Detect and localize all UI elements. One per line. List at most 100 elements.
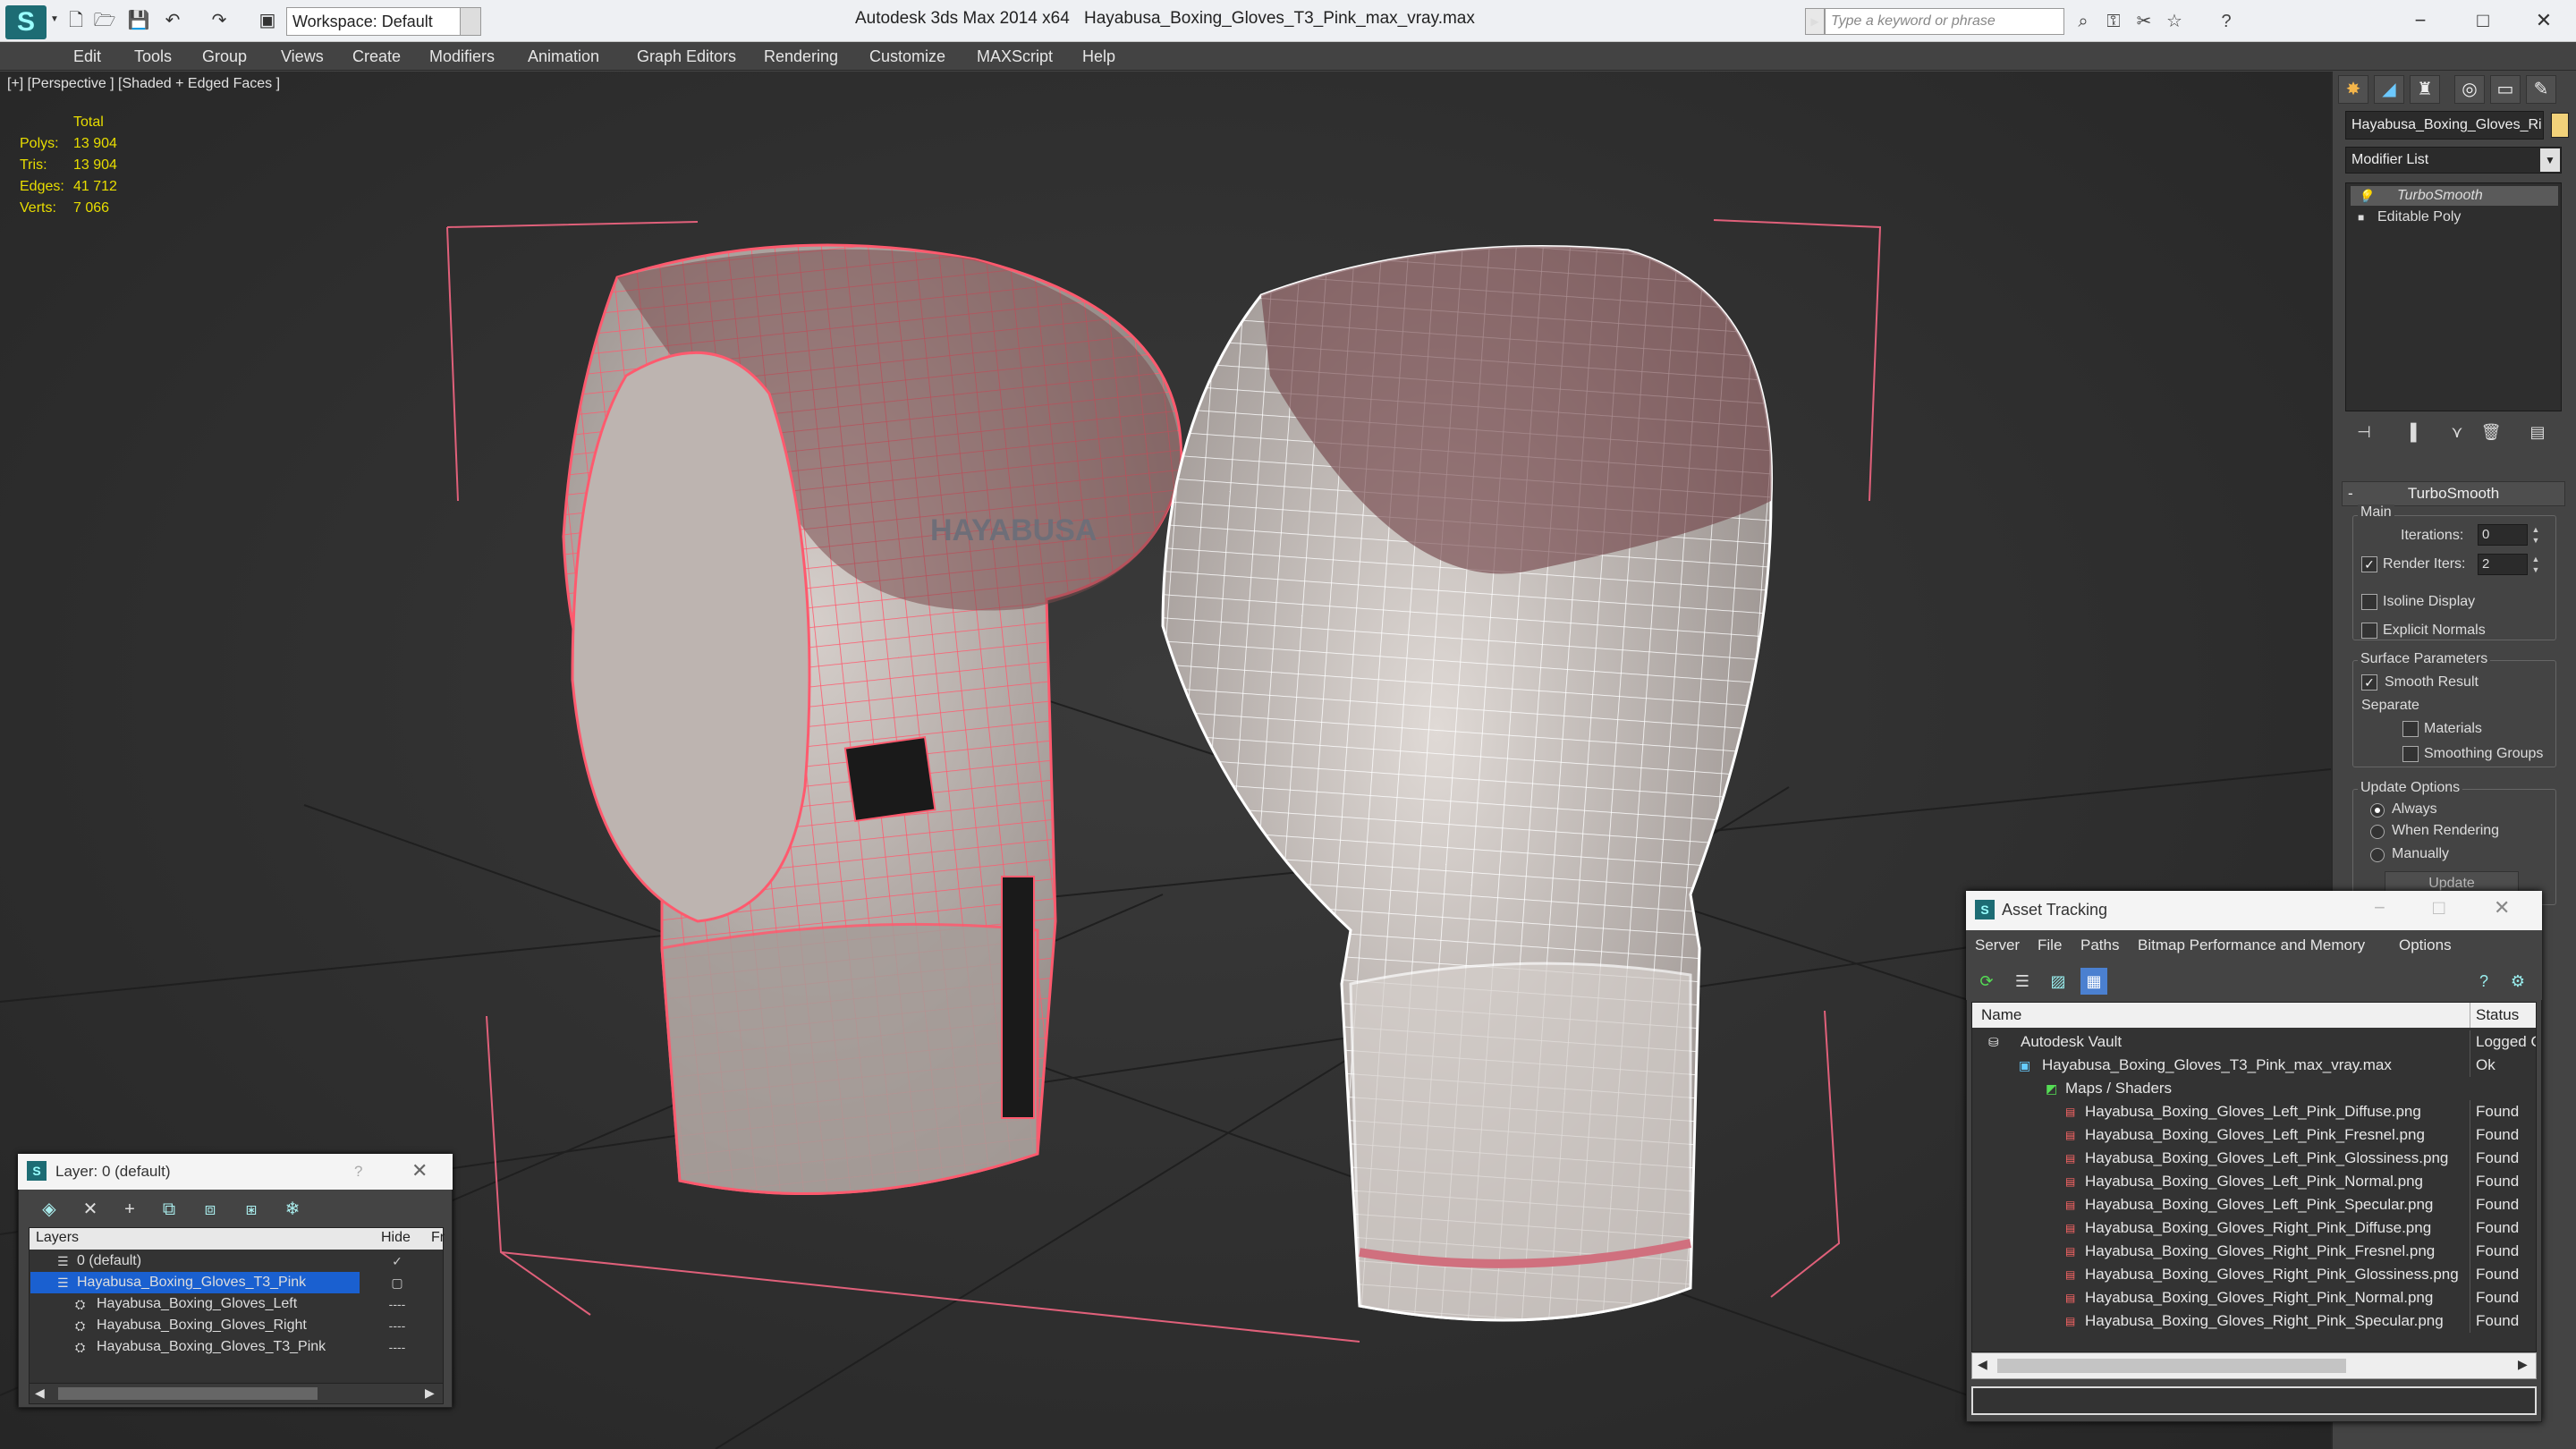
menu-create[interactable]: Create — [351, 42, 402, 71]
asset-tracking-titlebar[interactable]: S Asset Tracking − □ ✕ — [1966, 891, 2542, 930]
help-icon[interactable]: ? — [2470, 968, 2497, 995]
viewport-label[interactable]: [+] [Perspective ] [Shaded + Edged Faces… — [7, 76, 280, 92]
scroll-right-icon[interactable]: ▶ — [2518, 1357, 2528, 1372]
asset-row[interactable]: ▤ Hayabusa_Boxing_Gloves_Right_Pink_Spec… — [1972, 1309, 2536, 1333]
asset-row[interactable]: ▤ Hayabusa_Boxing_Gloves_Left_Pink_Diffu… — [1972, 1100, 2536, 1123]
layer-object-row[interactable]: ⛭ Hayabusa_Boxing_Gloves_Right — [30, 1315, 361, 1336]
app-menu-arrow-icon[interactable]: ▼ — [50, 14, 59, 24]
layer-row[interactable]: ☰ 0 (default) — [30, 1250, 361, 1272]
turbosmooth-rollout-header[interactable]: - TurboSmooth — [2342, 481, 2565, 506]
scroll-thumb[interactable] — [58, 1387, 318, 1400]
help-icon[interactable]: ? — [2213, 9, 2240, 34]
hierarchy-icon[interactable]: ♜ — [2410, 75, 2440, 104]
stack-item-turbosmooth[interactable]: 💡 TurboSmooth — [2351, 186, 2558, 206]
menu-maxscript[interactable]: MAXScript — [975, 42, 1055, 71]
layer-object-row[interactable]: ⛭ Hayabusa_Boxing_Gloves_Left — [30, 1293, 361, 1315]
delete-layer-icon[interactable]: ✕ — [75, 1195, 106, 1224]
hide-toggle[interactable]: ▢ — [376, 1272, 419, 1293]
smooth-result-checkbox[interactable]: ✓ — [2361, 674, 2377, 691]
maximize-icon[interactable]: □ — [2433, 896, 2445, 919]
iterations-spinner[interactable]: 0 — [2478, 524, 2528, 546]
menu-graph-editors[interactable]: Graph Editors — [635, 42, 738, 71]
make-unique-icon[interactable]: ⋎ — [2444, 420, 2470, 444]
object-name-field[interactable]: Hayabusa_Boxing_Gloves_Ri — [2345, 111, 2544, 140]
menu-animation[interactable]: Animation — [526, 42, 601, 71]
hide-toggle[interactable]: ---- — [376, 1293, 419, 1315]
modifier-list-dropdown[interactable]: Modifier List — [2345, 147, 2562, 174]
scroll-thumb[interactable] — [1997, 1359, 2346, 1373]
explicit-normals-checkbox[interactable] — [2361, 623, 2377, 639]
display-icon[interactable]: ▭ — [2490, 75, 2521, 104]
menu-modifiers[interactable]: Modifiers — [428, 42, 496, 71]
freeze-all-layers-icon[interactable]: ❄ — [277, 1195, 308, 1224]
materials-checkbox[interactable] — [2402, 721, 2419, 737]
spinner-arrows-icon[interactable]: ▲ ▼ — [2529, 524, 2542, 546]
asset-row[interactable]: ▤ Hayabusa_Boxing_Gloves_Right_Pink_Diff… — [1972, 1216, 2536, 1240]
horizontal-scrollbar[interactable]: ◀ ▶ — [29, 1383, 444, 1404]
asset-row[interactable]: ⛁ Autodesk Vault Logged Out — [1972, 1030, 2536, 1054]
spinner-arrows-icon[interactable]: ▲ ▼ — [2529, 554, 2542, 575]
menu-group[interactable]: Group — [200, 42, 249, 71]
binoculars-icon[interactable]: ⌕ — [2070, 9, 2097, 34]
col-fr[interactable]: Fr — [431, 1230, 445, 1246]
menu-customize[interactable]: Customize — [868, 42, 947, 71]
project-folder-icon[interactable]: ▣ — [256, 9, 279, 32]
asset-row[interactable]: ▤ Hayabusa_Boxing_Gloves_Left_Pink_Fresn… — [1972, 1123, 2536, 1147]
new-file-icon[interactable]: 🗋 — [64, 9, 88, 32]
scroll-left-icon[interactable]: ◀ — [1978, 1357, 1987, 1372]
maximize-icon[interactable]: □ — [2456, 5, 2510, 36]
col-status[interactable]: Status — [2470, 1003, 2536, 1028]
layer-object-row[interactable]: ⛭ Hayabusa_Boxing_Gloves_T3_Pink — [30, 1336, 361, 1358]
hide-toggle[interactable]: ✓ — [376, 1250, 419, 1272]
redo-icon[interactable]: ↷ — [208, 9, 231, 32]
render-iters-checkbox[interactable]: ✓ — [2361, 556, 2377, 572]
search-expand-icon[interactable]: ▶ — [1805, 8, 1825, 35]
asset-row[interactable]: ▤ Hayabusa_Boxing_Gloves_Left_Pink_Specu… — [1972, 1193, 2536, 1216]
scroll-left-icon[interactable]: ◀ — [35, 1385, 45, 1401]
menu-help[interactable]: Help — [1080, 42, 1117, 71]
undo-icon[interactable]: ↶ — [161, 9, 184, 32]
asset-row[interactable]: ▣ Hayabusa_Boxing_Gloves_T3_Pink_max_vra… — [1972, 1054, 2536, 1077]
configure-modifier-sets-icon[interactable]: ▤ — [2524, 420, 2551, 444]
chevron-down-icon[interactable]: ▼ — [460, 7, 481, 36]
close-icon[interactable]: ✕ — [2517, 5, 2571, 36]
refresh-icon[interactable]: ⟳ — [1973, 968, 2000, 995]
link-icon[interactable]: ✂ — [2131, 9, 2157, 34]
expand-icon[interactable]: ■ — [2358, 208, 2364, 227]
asset-menu-file[interactable]: File — [2038, 934, 2062, 957]
table-view-icon[interactable]: ▦ — [2080, 968, 2107, 995]
close-icon[interactable]: ✕ — [411, 1159, 428, 1182]
when-rendering-radio[interactable] — [2370, 825, 2385, 839]
hide-toggle[interactable]: ---- — [376, 1315, 419, 1336]
list-view-icon[interactable]: ☰ — [2009, 968, 2036, 995]
asset-menu-server[interactable]: Server — [1975, 934, 2020, 957]
highlight-layer-icon[interactable]: ⧈ — [195, 1195, 225, 1224]
utilities-icon[interactable]: ✎ — [2526, 75, 2556, 104]
app-menu-logo-icon[interactable]: S — [5, 5, 47, 39]
lightbulb-icon[interactable]: 💡 — [2358, 186, 2373, 206]
asset-row[interactable]: ▤ Hayabusa_Boxing_Gloves_Left_Pink_Norma… — [1972, 1170, 2536, 1193]
isoline-checkbox[interactable] — [2361, 594, 2377, 610]
render-iters-spinner[interactable]: 2 — [2478, 554, 2528, 575]
asset-row[interactable]: ◩ Maps / Shaders — [1972, 1077, 2536, 1100]
search-input[interactable]: Type a keyword or phrase — [1825, 8, 2064, 35]
add-to-layer-icon[interactable]: + — [114, 1195, 145, 1224]
select-objects-icon[interactable]: ⧉ — [154, 1195, 184, 1224]
remove-modifier-icon[interactable]: 🗑 — [2478, 420, 2504, 444]
hide-toggle[interactable]: ---- — [376, 1336, 419, 1358]
asset-row[interactable]: ▤ Hayabusa_Boxing_Gloves_Right_Pink_Norm… — [1972, 1286, 2536, 1309]
save-icon[interactable]: 💾 — [127, 9, 150, 32]
horizontal-scrollbar[interactable]: ◀ ▶ — [1971, 1352, 2537, 1379]
minimize-icon[interactable]: − — [2374, 896, 2385, 919]
layer-row-selected[interactable]: ☰ Hayabusa_Boxing_Gloves_T3_Pink — [30, 1272, 360, 1293]
create-icon[interactable]: ✸ — [2338, 75, 2368, 104]
object-color-swatch[interactable] — [2551, 113, 2569, 138]
col-name[interactable]: Name — [1981, 1003, 2021, 1028]
show-end-result-icon[interactable]: ▐ — [2397, 420, 2424, 444]
layer-window-titlebar[interactable]: S Layer: 0 (default) ? ✕ — [18, 1154, 453, 1190]
pin-stack-icon[interactable]: ⊣ — [2351, 420, 2377, 444]
asset-row[interactable]: ▤ Hayabusa_Boxing_Gloves_Right_Pink_Fres… — [1972, 1240, 2536, 1263]
star-icon[interactable]: ☆ — [2161, 9, 2188, 34]
asset-menu-paths[interactable]: Paths — [2080, 934, 2119, 957]
workspace-dropdown[interactable]: Workspace: Default — [286, 7, 465, 36]
